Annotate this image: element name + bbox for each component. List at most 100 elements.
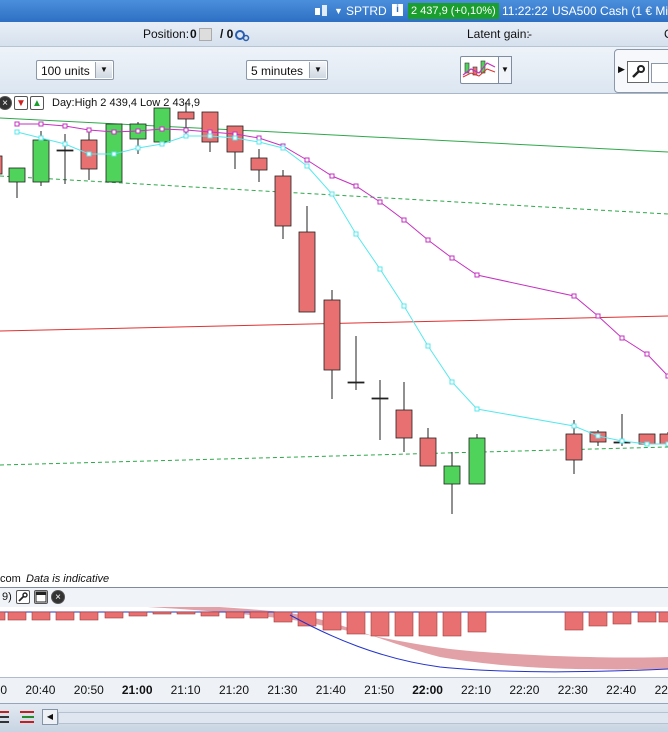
slow-moving-average-marker (38, 121, 44, 127)
slow-moving-average-marker (619, 335, 625, 341)
fast-moving-average-marker (256, 139, 262, 145)
list-icon[interactable] (0, 709, 10, 728)
wrench-icon[interactable] (627, 61, 649, 83)
fast-moving-average-marker (14, 129, 20, 135)
time-tick: 21:00 (121, 683, 153, 697)
candle-body[interactable] (419, 437, 437, 467)
chart-style-dropdown-icon[interactable]: ▼ (498, 56, 512, 84)
slow-moving-average-marker (401, 217, 407, 223)
slow-moving-average-marker (571, 293, 577, 299)
price-chart-area[interactable]: × ▼ ▲ Day:High 2 439,4 Low 2 434,9 com D… (0, 94, 668, 587)
panel-input[interactable] (651, 63, 668, 83)
slow-moving-average-marker (111, 129, 117, 135)
histogram-bar (225, 611, 245, 619)
slow-moving-average-marker (207, 129, 213, 135)
interval-select[interactable]: 5 minutes ▼ (246, 60, 328, 80)
candle-body[interactable] (274, 175, 292, 227)
tool-panel: ▶ (614, 49, 668, 93)
chart-style-icon (462, 60, 496, 78)
histogram-bar (200, 611, 220, 617)
tree-list-icon[interactable] (18, 709, 36, 728)
histogram-bar (31, 611, 51, 621)
histogram-bar (0, 611, 6, 621)
units-select[interactable]: 100 units ▼ (36, 60, 114, 80)
instrument-name[interactable]: SPTRD (346, 4, 387, 18)
candle-body[interactable] (371, 397, 389, 400)
panel-left-arrow-icon[interactable]: ▶ (618, 64, 625, 75)
clock-time: 11:22:22 (502, 4, 548, 18)
interval-value: 5 minutes (251, 64, 304, 78)
instrument-dropdown-icon[interactable]: ▼ (334, 6, 343, 16)
scroll-left-icon[interactable]: ◀ (42, 709, 58, 725)
chart-toolbar: 100 units ▼ 5 minutes ▼ ▼ ▶ (0, 47, 668, 94)
sell-arrow-icon[interactable]: ▼ (14, 96, 28, 110)
time-tick: 22:20 (509, 683, 540, 697)
indicator-panel[interactable] (0, 601, 668, 677)
ticker-icon[interactable] (314, 3, 332, 21)
histogram-bar (588, 611, 608, 627)
time-axis: 20:30 20:40 20:50 21:00 21:10 21:20 21:30 21:40… (0, 677, 668, 704)
fast-moving-average-marker (304, 163, 310, 169)
horizontal-scrollbar[interactable] (58, 712, 668, 724)
chevron-down-icon[interactable]: ▼ (309, 62, 326, 78)
fast-moving-average-marker (232, 135, 238, 141)
candle-body[interactable] (395, 409, 413, 439)
fast-moving-average-marker (571, 423, 577, 429)
fast-moving-average-marker (159, 141, 165, 147)
candle-body[interactable] (153, 107, 171, 143)
close-position-icon[interactable] (199, 28, 212, 41)
candle-body[interactable] (56, 149, 74, 152)
info-icon[interactable]: i (392, 4, 403, 16)
bottom-toolbar: ◀ (0, 703, 668, 732)
latent-gain-value: - (528, 27, 532, 41)
candle-body[interactable] (250, 157, 268, 171)
histogram-bar (394, 611, 414, 637)
wrench-icon[interactable] (16, 590, 30, 604)
time-tick: 21:30 (267, 683, 298, 697)
histogram-bar (612, 611, 632, 625)
candle-body[interactable] (0, 155, 3, 175)
close-icon[interactable]: × (51, 590, 65, 604)
macd-histogram[interactable] (0, 601, 668, 677)
time-tick: 22:00 (412, 683, 443, 697)
time-tick: 20:50 (73, 683, 104, 697)
chart-style-button[interactable] (460, 56, 500, 84)
histogram-bar (152, 611, 172, 615)
candle-body[interactable] (565, 433, 583, 461)
histogram-bar (249, 611, 269, 619)
candle-body[interactable] (8, 167, 26, 183)
orders-value: / 0 (220, 27, 234, 41)
slow-moving-average-marker (256, 135, 262, 141)
candle-body[interactable] (443, 465, 461, 485)
platform-top-bar: ▼ SPTRD i 2 437,9 (+0,10%) 11:22:22 USA5… (0, 0, 668, 22)
market-name: USA500 Cash (1 € Mini (552, 4, 668, 18)
slow-moving-average-marker (474, 272, 480, 278)
candle-body[interactable] (298, 231, 316, 313)
support-trend-line[interactable] (0, 117, 668, 153)
data-indicative-note: Data is indicative (26, 573, 110, 585)
slow-moving-average-marker (329, 173, 335, 179)
histogram-bar (564, 611, 584, 631)
time-tick: 22:40 (606, 683, 637, 697)
time-tick: 21:50 (364, 683, 395, 697)
time-tick: 22:50 (654, 683, 668, 697)
time-tick: 20:40 (25, 683, 56, 697)
histogram-bar (370, 611, 390, 637)
footer-prefix: com (0, 573, 21, 585)
candle-body[interactable] (468, 437, 486, 485)
window-icon[interactable] (34, 590, 48, 604)
candle-body[interactable] (323, 299, 341, 371)
buy-arrow-icon[interactable]: ▲ (30, 96, 44, 110)
price-chart[interactable] (0, 94, 668, 587)
chevron-down-icon[interactable]: ▼ (95, 62, 112, 78)
histogram-bar (637, 611, 657, 623)
time-tick: 20:30 (0, 683, 8, 697)
candle-body[interactable] (347, 381, 365, 384)
slow-moving-average-marker (232, 131, 238, 137)
fast-moving-average-marker (449, 379, 455, 385)
candle-body[interactable] (177, 111, 195, 120)
candle-body[interactable] (32, 139, 50, 183)
slow-moving-average-marker (62, 123, 68, 129)
orders-settings-icon[interactable] (234, 28, 250, 45)
fast-moving-average-marker (377, 266, 383, 272)
